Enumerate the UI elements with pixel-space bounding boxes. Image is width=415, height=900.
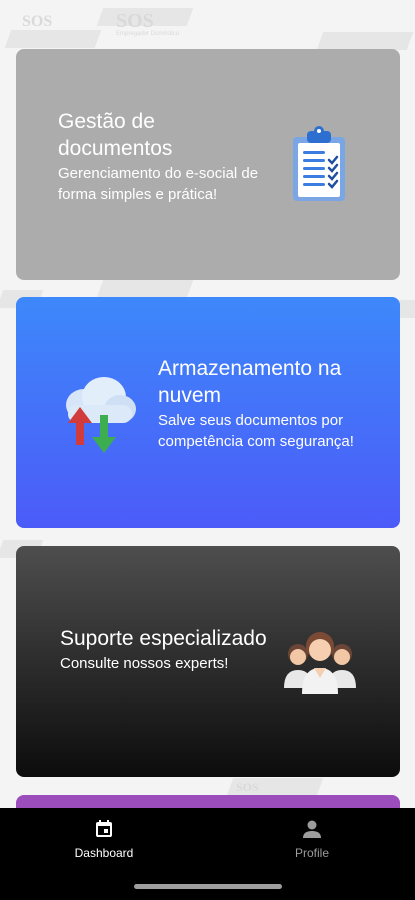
clipboard-checklist-icon <box>293 126 345 201</box>
cloud-sync-icon <box>66 377 136 453</box>
watermark-logo: SOS <box>22 13 53 30</box>
card-title: Armazenamento na nuvem <box>158 357 342 407</box>
card-title: Gestão de documentos <box>58 110 173 160</box>
nav-item-dashboard[interactable]: Dashboard <box>44 818 164 860</box>
watermark-band <box>4 30 102 48</box>
nav-item-profile[interactable]: Profile <box>252 818 372 860</box>
support-team-icon <box>284 632 356 694</box>
card-text: Gestão de documentos Gerenciamento do e-… <box>58 108 268 205</box>
card-text: Armazenamento na nuvem Salve seus docume… <box>158 355 378 452</box>
person-icon <box>303 820 321 838</box>
card-document-management[interactable]: Gestão de documentos Gerenciamento do e-… <box>16 49 400 280</box>
calendar-icon <box>96 820 112 837</box>
card-text: Suporte especializado Consulte nossos ex… <box>60 625 280 674</box>
watermark-logo: SOS Empregador Doméstico <box>116 10 180 37</box>
card-specialized-support[interactable]: Suporte especializado Consulte nossos ex… <box>16 546 400 777</box>
watermark-logo: SOS <box>236 780 259 794</box>
card-cloud-storage[interactable]: Armazenamento na nuvem Salve seus docume… <box>16 297 400 528</box>
card-title: Suporte especializado <box>60 627 267 650</box>
nav-label: Dashboard <box>74 846 134 860</box>
nav-label: Profile <box>294 846 329 860</box>
watermark-band <box>96 280 194 298</box>
card-description: Salve seus documentos por competência co… <box>158 412 354 450</box>
card-description: Gerenciamento do e-social de forma simpl… <box>58 165 259 203</box>
watermark-band <box>316 32 414 50</box>
card-description: Consulte nossos experts! <box>60 655 229 672</box>
home-indicator[interactable] <box>134 884 282 889</box>
